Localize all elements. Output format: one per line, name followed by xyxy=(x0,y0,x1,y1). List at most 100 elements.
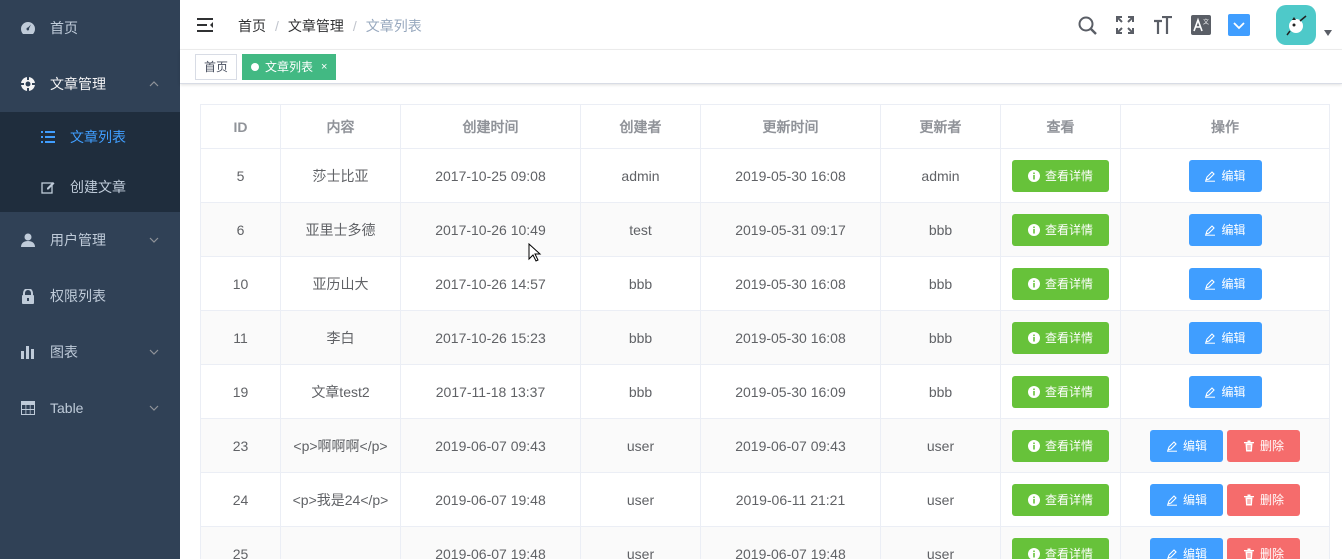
edit-button[interactable]: 编辑 xyxy=(1188,375,1262,408)
column-header-updated: 更新时间 xyxy=(700,104,881,149)
button-label: 编辑 xyxy=(1182,547,1207,559)
delete-button[interactable]: 删除 xyxy=(1227,483,1300,516)
column-header-updater: 更新者 xyxy=(880,104,1001,149)
navbar: 首页 / 文章管理 / 文章列表 文 xyxy=(180,0,1342,50)
info-icon xyxy=(1027,277,1040,290)
button-label: 删除 xyxy=(1259,493,1284,507)
svg-text:文: 文 xyxy=(1203,18,1209,26)
view-details-button[interactable]: 查看详情 xyxy=(1012,159,1109,192)
fullscreen-icon[interactable] xyxy=(1106,0,1144,50)
edit-button[interactable]: 编辑 xyxy=(1188,213,1262,246)
table-header-row: ID 内容 创建时间 创建者 更新时间 更新者 查看 操作 xyxy=(200,104,1330,149)
lock-icon xyxy=(20,288,36,304)
breadcrumb-articles[interactable]: 文章管理 xyxy=(288,16,344,36)
edit-button[interactable]: 编辑 xyxy=(1150,483,1223,516)
info-icon xyxy=(1027,169,1040,182)
close-icon[interactable]: × xyxy=(321,55,327,79)
column-header-id: ID xyxy=(200,104,281,149)
avatar-dropdown[interactable] xyxy=(1276,5,1332,45)
cell-actions: 编辑 xyxy=(1120,202,1330,257)
button-label: 查看详情 xyxy=(1044,169,1093,183)
view-details-button[interactable]: 查看详情 xyxy=(1012,213,1109,246)
view-details-button[interactable]: 查看详情 xyxy=(1012,267,1109,300)
cell-content: <p>我是24</p> xyxy=(280,472,401,527)
column-header-content: 内容 xyxy=(280,104,401,149)
cell-content: 文章test2 xyxy=(280,364,401,419)
cell-id: 11 xyxy=(200,310,281,365)
sidebar-item-label: 文章列表 xyxy=(70,129,126,145)
button-label: 编辑 xyxy=(1221,385,1246,399)
edit-icon xyxy=(1204,278,1216,290)
cell-content: 亚里士多德 xyxy=(280,202,401,257)
sidebar-item-label: 权限列表 xyxy=(50,288,106,304)
cell-id: 25 xyxy=(200,526,281,559)
tag-home[interactable]: 首页 xyxy=(195,54,238,80)
sidebar-item-charts[interactable]: 图表 xyxy=(0,324,180,380)
cell-actions: 编辑 xyxy=(1120,256,1330,311)
edit-button[interactable]: 编辑 xyxy=(1150,429,1223,462)
delete-button[interactable]: 删除 xyxy=(1227,429,1300,462)
cell-updated: 2019-05-30 16:09 xyxy=(700,364,881,419)
trash-icon xyxy=(1243,548,1255,559)
sidebar-item-articles[interactable]: 文章管理 xyxy=(0,56,180,112)
cell-actions: 编辑 xyxy=(1120,310,1330,365)
hamburger-icon[interactable] xyxy=(195,15,215,35)
language-icon[interactable]: 文 xyxy=(1182,0,1220,50)
sidebar-item-permissions[interactable]: 权限列表 xyxy=(0,268,180,324)
cell-updated: 2019-06-07 09:43 xyxy=(700,418,881,473)
sidebar-item-home[interactable]: 首页 xyxy=(0,0,180,56)
edit-button[interactable]: 编辑 xyxy=(1188,159,1262,192)
cell-creator: test xyxy=(580,202,701,257)
dashboard-icon xyxy=(20,20,36,36)
button-label: 编辑 xyxy=(1221,277,1246,291)
font-size-icon[interactable] xyxy=(1144,0,1182,50)
cell-created: 2017-10-26 14:57 xyxy=(400,256,581,311)
avatar[interactable] xyxy=(1276,5,1316,45)
view-details-button[interactable]: 查看详情 xyxy=(1012,537,1109,559)
user-icon xyxy=(20,232,36,248)
button-label: 查看详情 xyxy=(1044,439,1093,453)
view-details-button[interactable]: 查看详情 xyxy=(1012,483,1109,516)
edit-button[interactable]: 编辑 xyxy=(1188,321,1262,354)
sidebar-item-table[interactable]: Table xyxy=(0,380,180,436)
search-icon[interactable] xyxy=(1068,0,1106,50)
info-icon xyxy=(1027,385,1040,398)
button-label: 编辑 xyxy=(1221,169,1246,183)
sidebar-item-users[interactable]: 用户管理 xyxy=(0,212,180,268)
chevron-down-icon xyxy=(148,403,160,413)
table-row: 19 文章test2 2017-11-18 13:37 bbb 2019-05-30 1… xyxy=(200,364,1330,419)
sidebar-item-label: Table xyxy=(50,400,84,416)
cell-id: 24 xyxy=(200,472,281,527)
edit-icon xyxy=(1166,440,1178,452)
breadcrumb-home[interactable]: 首页 xyxy=(238,16,266,36)
submenu-articles: 文章列表 创建文章 xyxy=(0,112,180,212)
table-row: 25 2019-06-07 19:48 user 2019-06-07 19:48 us… xyxy=(200,526,1330,559)
tag-article-list[interactable]: 文章列表 × xyxy=(242,54,337,80)
component-icon xyxy=(20,76,36,92)
table-row: 24 <p>我是24</p> 2019-06-07 19:48 user 2019-06… xyxy=(200,472,1330,527)
cell-created: 2019-06-07 19:48 xyxy=(400,526,581,559)
delete-button[interactable]: 删除 xyxy=(1227,537,1300,559)
sidebar-item-article-list[interactable]: 文章列表 xyxy=(0,112,180,162)
cell-id: 5 xyxy=(200,148,281,203)
view-details-button[interactable]: 查看详情 xyxy=(1012,375,1109,408)
edit-button[interactable]: 编辑 xyxy=(1150,537,1223,559)
cell-updater: user xyxy=(880,472,1001,527)
cell-updater: admin xyxy=(880,148,1001,203)
cell-updater: bbb xyxy=(880,256,1001,311)
button-label: 编辑 xyxy=(1182,439,1207,453)
sidebar-item-create-article[interactable]: 创建文章 xyxy=(0,162,180,212)
button-label: 删除 xyxy=(1259,439,1284,453)
table-body: 5 莎士比亚 2017-10-25 09:08 admin 2019-05-30 16:… xyxy=(200,148,1330,559)
size-select-icon[interactable] xyxy=(1220,0,1258,50)
right-menu: 文 xyxy=(1068,0,1342,50)
cell-creator: user xyxy=(580,526,701,559)
view-details-button[interactable]: 查看详情 xyxy=(1012,321,1109,354)
edit-button[interactable]: 编辑 xyxy=(1188,267,1262,300)
cell-actions: 编辑 删除 xyxy=(1120,418,1330,473)
view-details-button[interactable]: 查看详情 xyxy=(1012,429,1109,462)
button-label: 查看详情 xyxy=(1044,493,1093,507)
active-dot-icon xyxy=(251,63,259,71)
cell-creator: user xyxy=(580,418,701,473)
cell-created: 2019-06-07 09:43 xyxy=(400,418,581,473)
